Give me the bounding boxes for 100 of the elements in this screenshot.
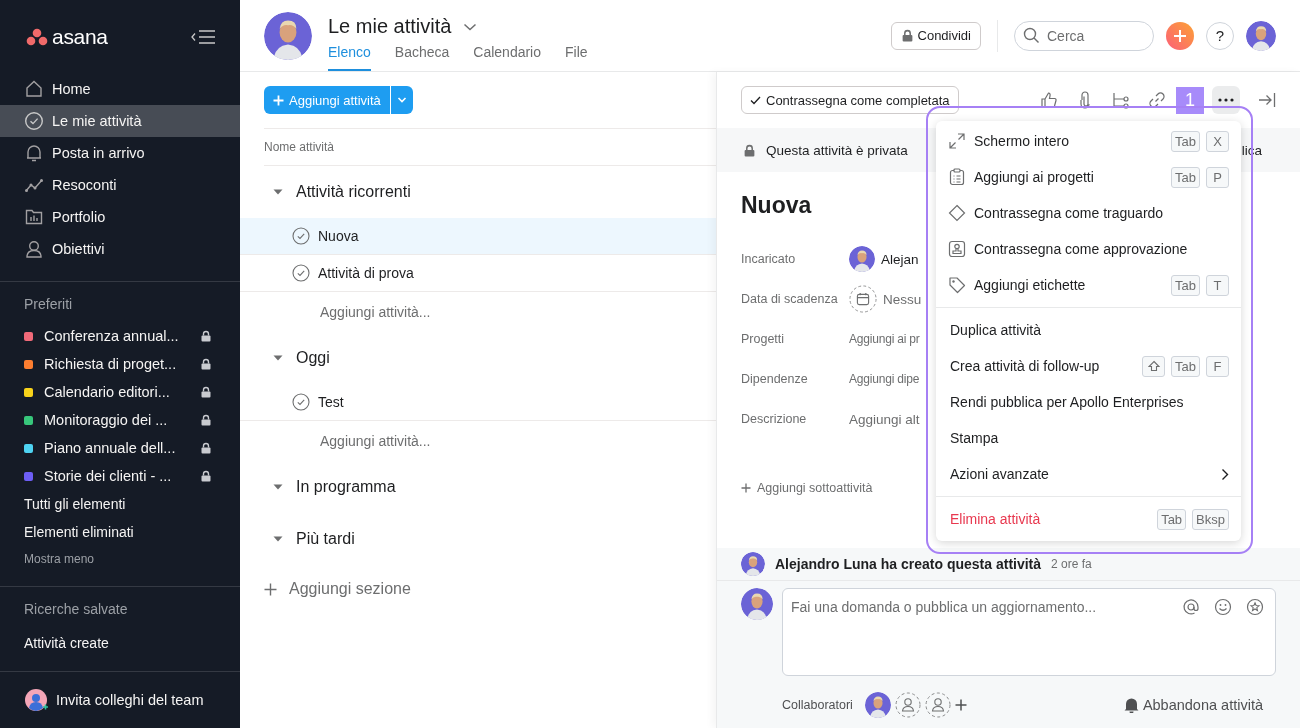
favorite-project-item[interactable]: Conferenza annual...	[0, 322, 240, 350]
mention-icon[interactable]	[1182, 598, 1200, 616]
diamond-icon	[948, 204, 966, 222]
assignee-avatar	[849, 246, 875, 272]
field-value[interactable]: Aggiungi dipe	[849, 372, 920, 386]
task-row[interactable]: Nuova	[240, 218, 716, 255]
menu-item[interactable]: Stampa	[936, 420, 1241, 456]
user-avatar	[741, 588, 773, 620]
nav-item[interactable]: Resoconti	[0, 169, 240, 201]
privacy-notice: Questa attività è privata	[766, 142, 908, 158]
section-title: Oggi	[296, 349, 330, 367]
section-title: Più tardi	[296, 530, 355, 548]
chevron-down-icon[interactable]	[463, 21, 478, 32]
menu-item[interactable]: Aggiungi ai progetti Tab P	[936, 159, 1241, 195]
section-title: Attività ricorrenti	[296, 183, 411, 201]
expand-icon	[948, 132, 966, 150]
favorite-project-item[interactable]: Calendario editori...	[0, 378, 240, 406]
check-circle-icon[interactable]	[292, 264, 310, 282]
menu-item[interactable]: Aggiungi etichette Tab T	[936, 267, 1241, 303]
logo-text: asana	[52, 24, 108, 49]
favorite-project-item[interactable]: Richiesta di proget...	[0, 350, 240, 378]
subtask-icon[interactable]	[1112, 91, 1130, 109]
task-row[interactable]: Attività di prova	[240, 255, 716, 292]
menu-item[interactable]: Contrassegna come approvazione	[936, 231, 1241, 267]
view-tab[interactable]: Elenco	[328, 44, 371, 71]
nav-item[interactable]: Home	[0, 73, 240, 105]
nav-item[interactable]: Le mie attività	[0, 105, 240, 137]
share-button[interactable]: Condividi	[890, 21, 981, 50]
section-heading: Preferiti	[23, 295, 74, 314]
add-section-button[interactable]: Aggiungi sezione	[264, 565, 411, 613]
sidebar-toggle-icon[interactable]	[190, 28, 216, 45]
user-avatar	[1246, 20, 1276, 51]
team-avatar-icon	[24, 688, 48, 712]
chevron-right-icon	[1221, 467, 1229, 481]
lock-icon	[743, 143, 756, 157]
nav-item[interactable]: Posta in arrivo	[0, 137, 240, 169]
view-tab[interactable]: Bacheca	[394, 44, 450, 71]
menu-item[interactable]: Rendi pubblica per Apollo Enterprises	[936, 384, 1241, 420]
stamp-icon	[948, 240, 966, 258]
empty-collaborator-icon[interactable]	[894, 692, 921, 718]
person-icon	[24, 239, 44, 259]
due-date-value[interactable]: Nessu	[883, 291, 922, 307]
menu-item[interactable]: Azioni avanzate	[936, 456, 1241, 492]
menu-item[interactable]: Duplica attività	[936, 312, 1241, 348]
favorite-project-item[interactable]: Storie dei clienti - ...	[0, 462, 240, 490]
link-icon[interactable]	[1148, 91, 1166, 109]
plus-icon[interactable]	[954, 699, 967, 711]
plus-icon	[273, 94, 284, 106]
search-field[interactable]: Cerca	[1014, 20, 1154, 51]
bell-icon	[24, 143, 44, 163]
nav-item[interactable]: Obiettivi	[0, 233, 240, 265]
section-title: In programma	[296, 478, 396, 496]
check-circle-icon[interactable]	[292, 393, 310, 411]
add-task-link[interactable]: Aggiungi attività...	[320, 304, 431, 320]
dropdown-button[interactable]	[390, 86, 413, 114]
field-label: Incaricato	[741, 252, 797, 266]
favorite-project-item[interactable]: Piano annuale dell...	[0, 434, 240, 462]
mark-complete-button[interactable]: Contrassegna come completata	[741, 86, 959, 114]
nav-item[interactable]: Portfolio	[0, 201, 240, 233]
more-icon	[1218, 98, 1234, 102]
close-pane-icon[interactable]	[1258, 92, 1276, 108]
add-subtask-button[interactable]: Aggiungi sottoattività	[741, 481, 873, 495]
menu-item[interactable]: Contrassegna come traguardo	[936, 195, 1241, 231]
comment-field[interactable]: Fai una domanda o pubblica un aggiornamento...	[782, 588, 1276, 676]
shortcut-key: Tab	[1171, 274, 1200, 296]
step-badge: 1	[1176, 86, 1204, 114]
plus-icon	[741, 483, 751, 493]
show-less-link[interactable]: Mostra meno	[0, 546, 119, 570]
menu-item[interactable]: Elimina attività Tab Bksp	[936, 501, 1241, 537]
field-value[interactable]: Aggiungi ai pr	[849, 332, 920, 346]
leave-task-button[interactable]: Abbandona attività	[1123, 697, 1276, 713]
menu-item[interactable]: Crea attività di follow-up Tab F	[936, 348, 1241, 384]
menu-item[interactable]: Schermo intero Tab X	[936, 123, 1241, 159]
calendar-icon[interactable]	[849, 285, 877, 313]
check-circle-icon[interactable]	[292, 227, 310, 245]
sidebar-link[interactable]: Elementi eliminati	[0, 518, 158, 546]
sidebar-link[interactable]: Tutti gli elementi	[0, 490, 150, 518]
activity-text: Alejandro Luna ha creato questa attività	[775, 556, 1042, 572]
emoji-icon[interactable]	[1214, 598, 1232, 616]
search-icon	[1023, 26, 1040, 44]
column-header: Nome attività	[264, 128, 716, 166]
view-tab[interactable]: File	[565, 44, 588, 71]
empty-collaborator-icon[interactable]	[924, 692, 951, 718]
saved-search-link[interactable]: Attività create	[0, 629, 133, 657]
description-field[interactable]: Aggiungi alt	[849, 411, 920, 427]
task-row[interactable]: Test	[240, 384, 716, 421]
more-button[interactable]	[1212, 86, 1240, 114]
author-avatar	[741, 552, 765, 576]
add-icon[interactable]	[1166, 21, 1194, 50]
thumbs-up-icon[interactable]	[1040, 91, 1058, 109]
help-button[interactable]: ?	[1206, 21, 1234, 50]
field-label: Progetti	[741, 332, 786, 346]
assignee-name[interactable]: Alejan	[881, 251, 919, 267]
favorite-project-item[interactable]: Monitoraggio dei ...	[0, 406, 240, 434]
add-task-link[interactable]: Aggiungi attività...	[320, 433, 431, 449]
chevron-down-icon	[396, 96, 407, 104]
tag-icon	[948, 276, 966, 294]
view-tab[interactable]: Calendario	[473, 44, 541, 71]
task-name: Nuova	[318, 228, 359, 244]
collaborators-label: Collaboratori	[782, 698, 853, 712]
